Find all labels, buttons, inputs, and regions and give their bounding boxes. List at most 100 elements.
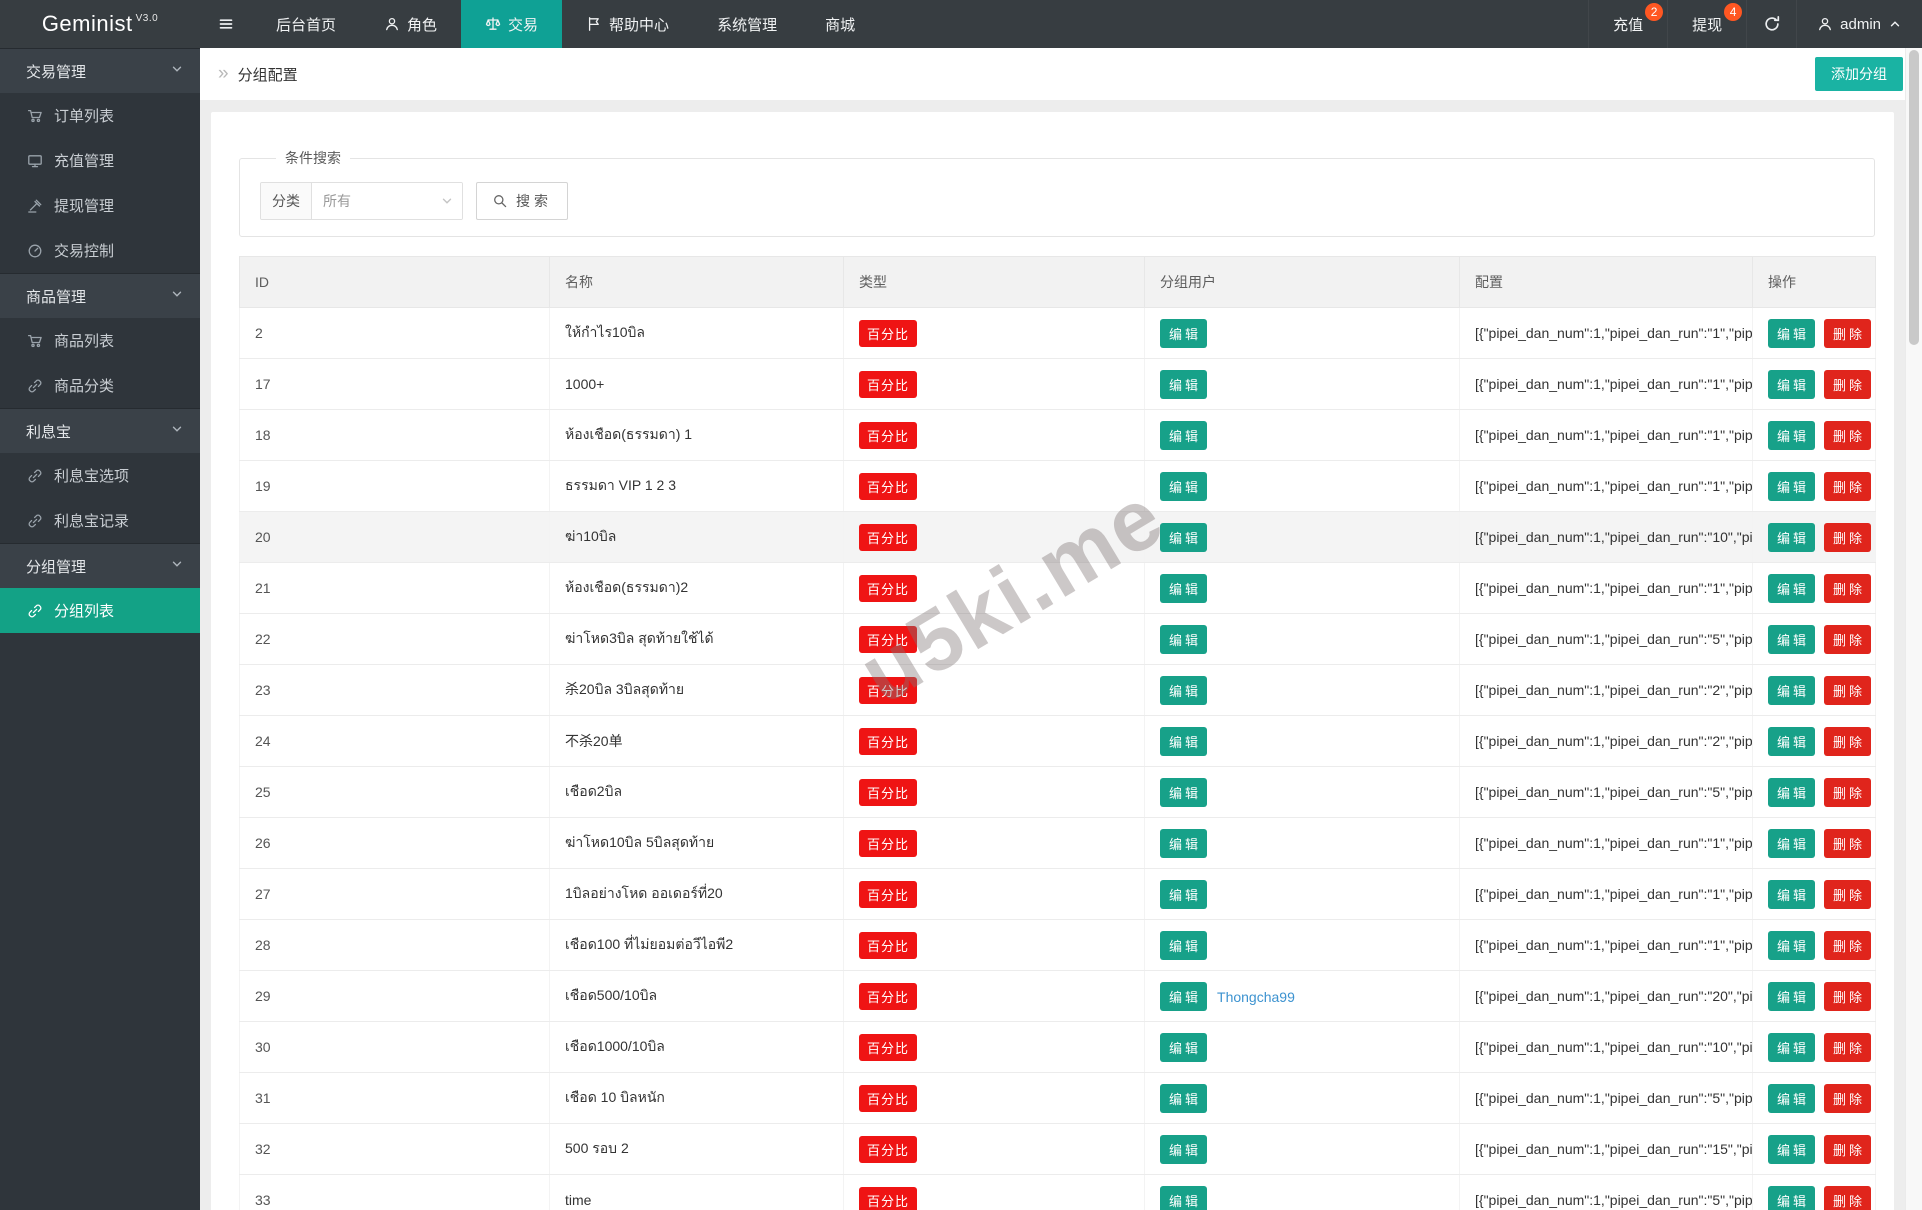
group-user-edit-button[interactable]: 编辑: [1160, 879, 1208, 909]
row-edit-button[interactable]: 编辑: [1768, 726, 1816, 756]
group-user-edit-button[interactable]: 编辑: [1160, 420, 1208, 450]
group-user-edit-button[interactable]: 编辑: [1160, 624, 1208, 654]
group-user-edit-button[interactable]: 编辑: [1160, 471, 1208, 501]
sidebar-item-goods-category[interactable]: 商品分类: [0, 363, 200, 408]
nav-chip-recharge[interactable]: 充值 2: [1588, 0, 1667, 48]
group-user-edit-button[interactable]: 编辑: [1160, 1083, 1208, 1113]
row-delete-button[interactable]: 删除: [1824, 1083, 1872, 1113]
row-delete-button[interactable]: 删除: [1824, 726, 1872, 756]
group-user-edit-button[interactable]: 编辑: [1160, 675, 1208, 705]
group-user-edit-button[interactable]: 编辑: [1160, 522, 1208, 552]
nav-item-label: 角色: [407, 16, 438, 34]
row-edit-button[interactable]: 编辑: [1768, 369, 1816, 399]
group-user-edit-button[interactable]: 编辑: [1160, 1032, 1208, 1062]
row-delete-button[interactable]: 删除: [1824, 624, 1872, 654]
row-delete-button[interactable]: 删除: [1824, 777, 1872, 807]
hamburger-icon: [218, 16, 234, 32]
chevron-down-icon: [170, 422, 184, 436]
row-name: 1บิลอย่างโหด ออเดอร์ที่20: [549, 868, 844, 920]
type-badge: 百分比: [859, 472, 918, 500]
refresh-button[interactable]: [1746, 0, 1796, 48]
row-delete-button[interactable]: 删除: [1824, 930, 1872, 960]
navbar-right: 充值 2 提现 4 admin: [1588, 0, 1922, 48]
row-edit-button[interactable]: 编辑: [1768, 675, 1816, 705]
row-edit-button[interactable]: 编辑: [1768, 1185, 1816, 1210]
row-delete-button[interactable]: 删除: [1824, 573, 1872, 603]
group-user-edit-button[interactable]: 编辑: [1160, 1134, 1208, 1164]
sidebar-item-trade-control[interactable]: 交易控制: [0, 228, 200, 273]
row-id: 29: [239, 970, 550, 1022]
row-edit-button[interactable]: 编辑: [1768, 420, 1816, 450]
group-user-edit-button[interactable]: 编辑: [1160, 726, 1208, 756]
row-edit-button[interactable]: 编辑: [1768, 624, 1816, 654]
nav-item-help[interactable]: 帮助中心: [562, 0, 693, 48]
row-edit-button[interactable]: 编辑: [1768, 930, 1816, 960]
row-edit-button[interactable]: 编辑: [1768, 471, 1816, 501]
row-delete-button[interactable]: 删除: [1824, 522, 1872, 552]
sidebar-item-goods-list[interactable]: 商品列表: [0, 318, 200, 363]
sidebar-item-lixibao-records[interactable]: 利息宝记录: [0, 498, 200, 543]
row-delete-button[interactable]: 删除: [1824, 471, 1872, 501]
nav-item-trade[interactable]: 交易: [461, 0, 563, 48]
group-user-edit-button[interactable]: 编辑: [1160, 777, 1208, 807]
sidebar-group-group-mgmt[interactable]: 分组管理: [0, 543, 200, 588]
row-edit-button[interactable]: 编辑: [1768, 777, 1816, 807]
row-edit-button[interactable]: 编辑: [1768, 573, 1816, 603]
nav-item-system[interactable]: 系统管理: [693, 0, 801, 48]
group-user-edit-button[interactable]: 编辑: [1160, 828, 1208, 858]
type-badge: 百分比: [859, 829, 918, 857]
row-edit-button[interactable]: 编辑: [1768, 981, 1816, 1011]
row-delete-button[interactable]: 删除: [1824, 1032, 1872, 1062]
search-button[interactable]: 搜索: [476, 182, 568, 220]
nav-item-role[interactable]: 角色: [360, 0, 461, 48]
sidebar-toggle-button[interactable]: [200, 0, 252, 48]
row-edit-button[interactable]: 编辑: [1768, 1134, 1816, 1164]
row-delete-button[interactable]: 删除: [1824, 318, 1872, 348]
row-config: [{"pipei_dan_num":1,"pipei_dan_run":"1",…: [1459, 358, 1753, 410]
nav-item-home[interactable]: 后台首页: [252, 0, 360, 48]
sidebar-item-order-list[interactable]: 订单列表: [0, 93, 200, 138]
vertical-scrollbar[interactable]: [1905, 48, 1922, 1210]
nav-item-label: 帮助中心: [609, 16, 670, 34]
group-user-edit-button[interactable]: 编辑: [1160, 1185, 1208, 1210]
sidebar-item-group-list[interactable]: 分组列表: [0, 588, 200, 633]
col-header-id: ID: [239, 256, 550, 308]
sidebar-item-lixibao-options[interactable]: 利息宝选项: [0, 453, 200, 498]
group-user-edit-button[interactable]: 编辑: [1160, 318, 1208, 348]
row-id: 31: [239, 1072, 550, 1124]
group-user-edit-button[interactable]: 编辑: [1160, 369, 1208, 399]
row-edit-button[interactable]: 编辑: [1768, 318, 1816, 348]
sidebar-item-withdraw-mgmt[interactable]: 提现管理: [0, 183, 200, 228]
nav-item-mall[interactable]: 商城: [801, 0, 879, 48]
row-delete-button[interactable]: 删除: [1824, 369, 1872, 399]
group-user-edit-button[interactable]: 编辑: [1160, 981, 1208, 1011]
sidebar-group-lixibao[interactable]: 利息宝: [0, 408, 200, 453]
category-select[interactable]: 所有: [312, 183, 462, 219]
sidebar-group-trade-mgmt[interactable]: 交易管理: [0, 48, 200, 93]
group-user-edit-button[interactable]: 编辑: [1160, 573, 1208, 603]
scrollbar-thumb[interactable]: [1909, 50, 1919, 345]
table-row: 2 ให้กำไร10บิล 百分比 编辑 [{"pipei_dan_num":1,"p…: [239, 307, 1876, 359]
row-delete-button[interactable]: 删除: [1824, 828, 1872, 858]
group-user-link[interactable]: Thongcha99: [1217, 989, 1295, 1005]
row-delete-button[interactable]: 删除: [1824, 981, 1872, 1011]
row-edit-button[interactable]: 编辑: [1768, 879, 1816, 909]
row-edit-button[interactable]: 编辑: [1768, 1032, 1816, 1062]
sidebar-item-recharge-mgmt[interactable]: 充值管理: [0, 138, 200, 183]
add-group-button[interactable]: 添加分组: [1815, 57, 1903, 91]
row-delete-button[interactable]: 删除: [1824, 1134, 1872, 1164]
nav-chip-withdraw[interactable]: 提现 4: [1667, 0, 1746, 48]
group-user-edit-button[interactable]: 编辑: [1160, 930, 1208, 960]
sidebar-item-label: 交易控制: [54, 243, 115, 260]
row-edit-button[interactable]: 编辑: [1768, 828, 1816, 858]
admin-menu[interactable]: admin: [1796, 0, 1922, 48]
row-delete-button[interactable]: 删除: [1824, 879, 1872, 909]
row-delete-button[interactable]: 删除: [1824, 420, 1872, 450]
row-delete-button[interactable]: 删除: [1824, 675, 1872, 705]
row-edit-button[interactable]: 编辑: [1768, 522, 1816, 552]
row-id: 20: [239, 511, 550, 563]
row-edit-button[interactable]: 编辑: [1768, 1083, 1816, 1113]
row-config: [{"pipei_dan_num":1,"pipei_dan_run":"20"…: [1459, 970, 1753, 1022]
sidebar-group-goods-mgmt[interactable]: 商品管理: [0, 273, 200, 318]
row-delete-button[interactable]: 删除: [1824, 1185, 1872, 1210]
